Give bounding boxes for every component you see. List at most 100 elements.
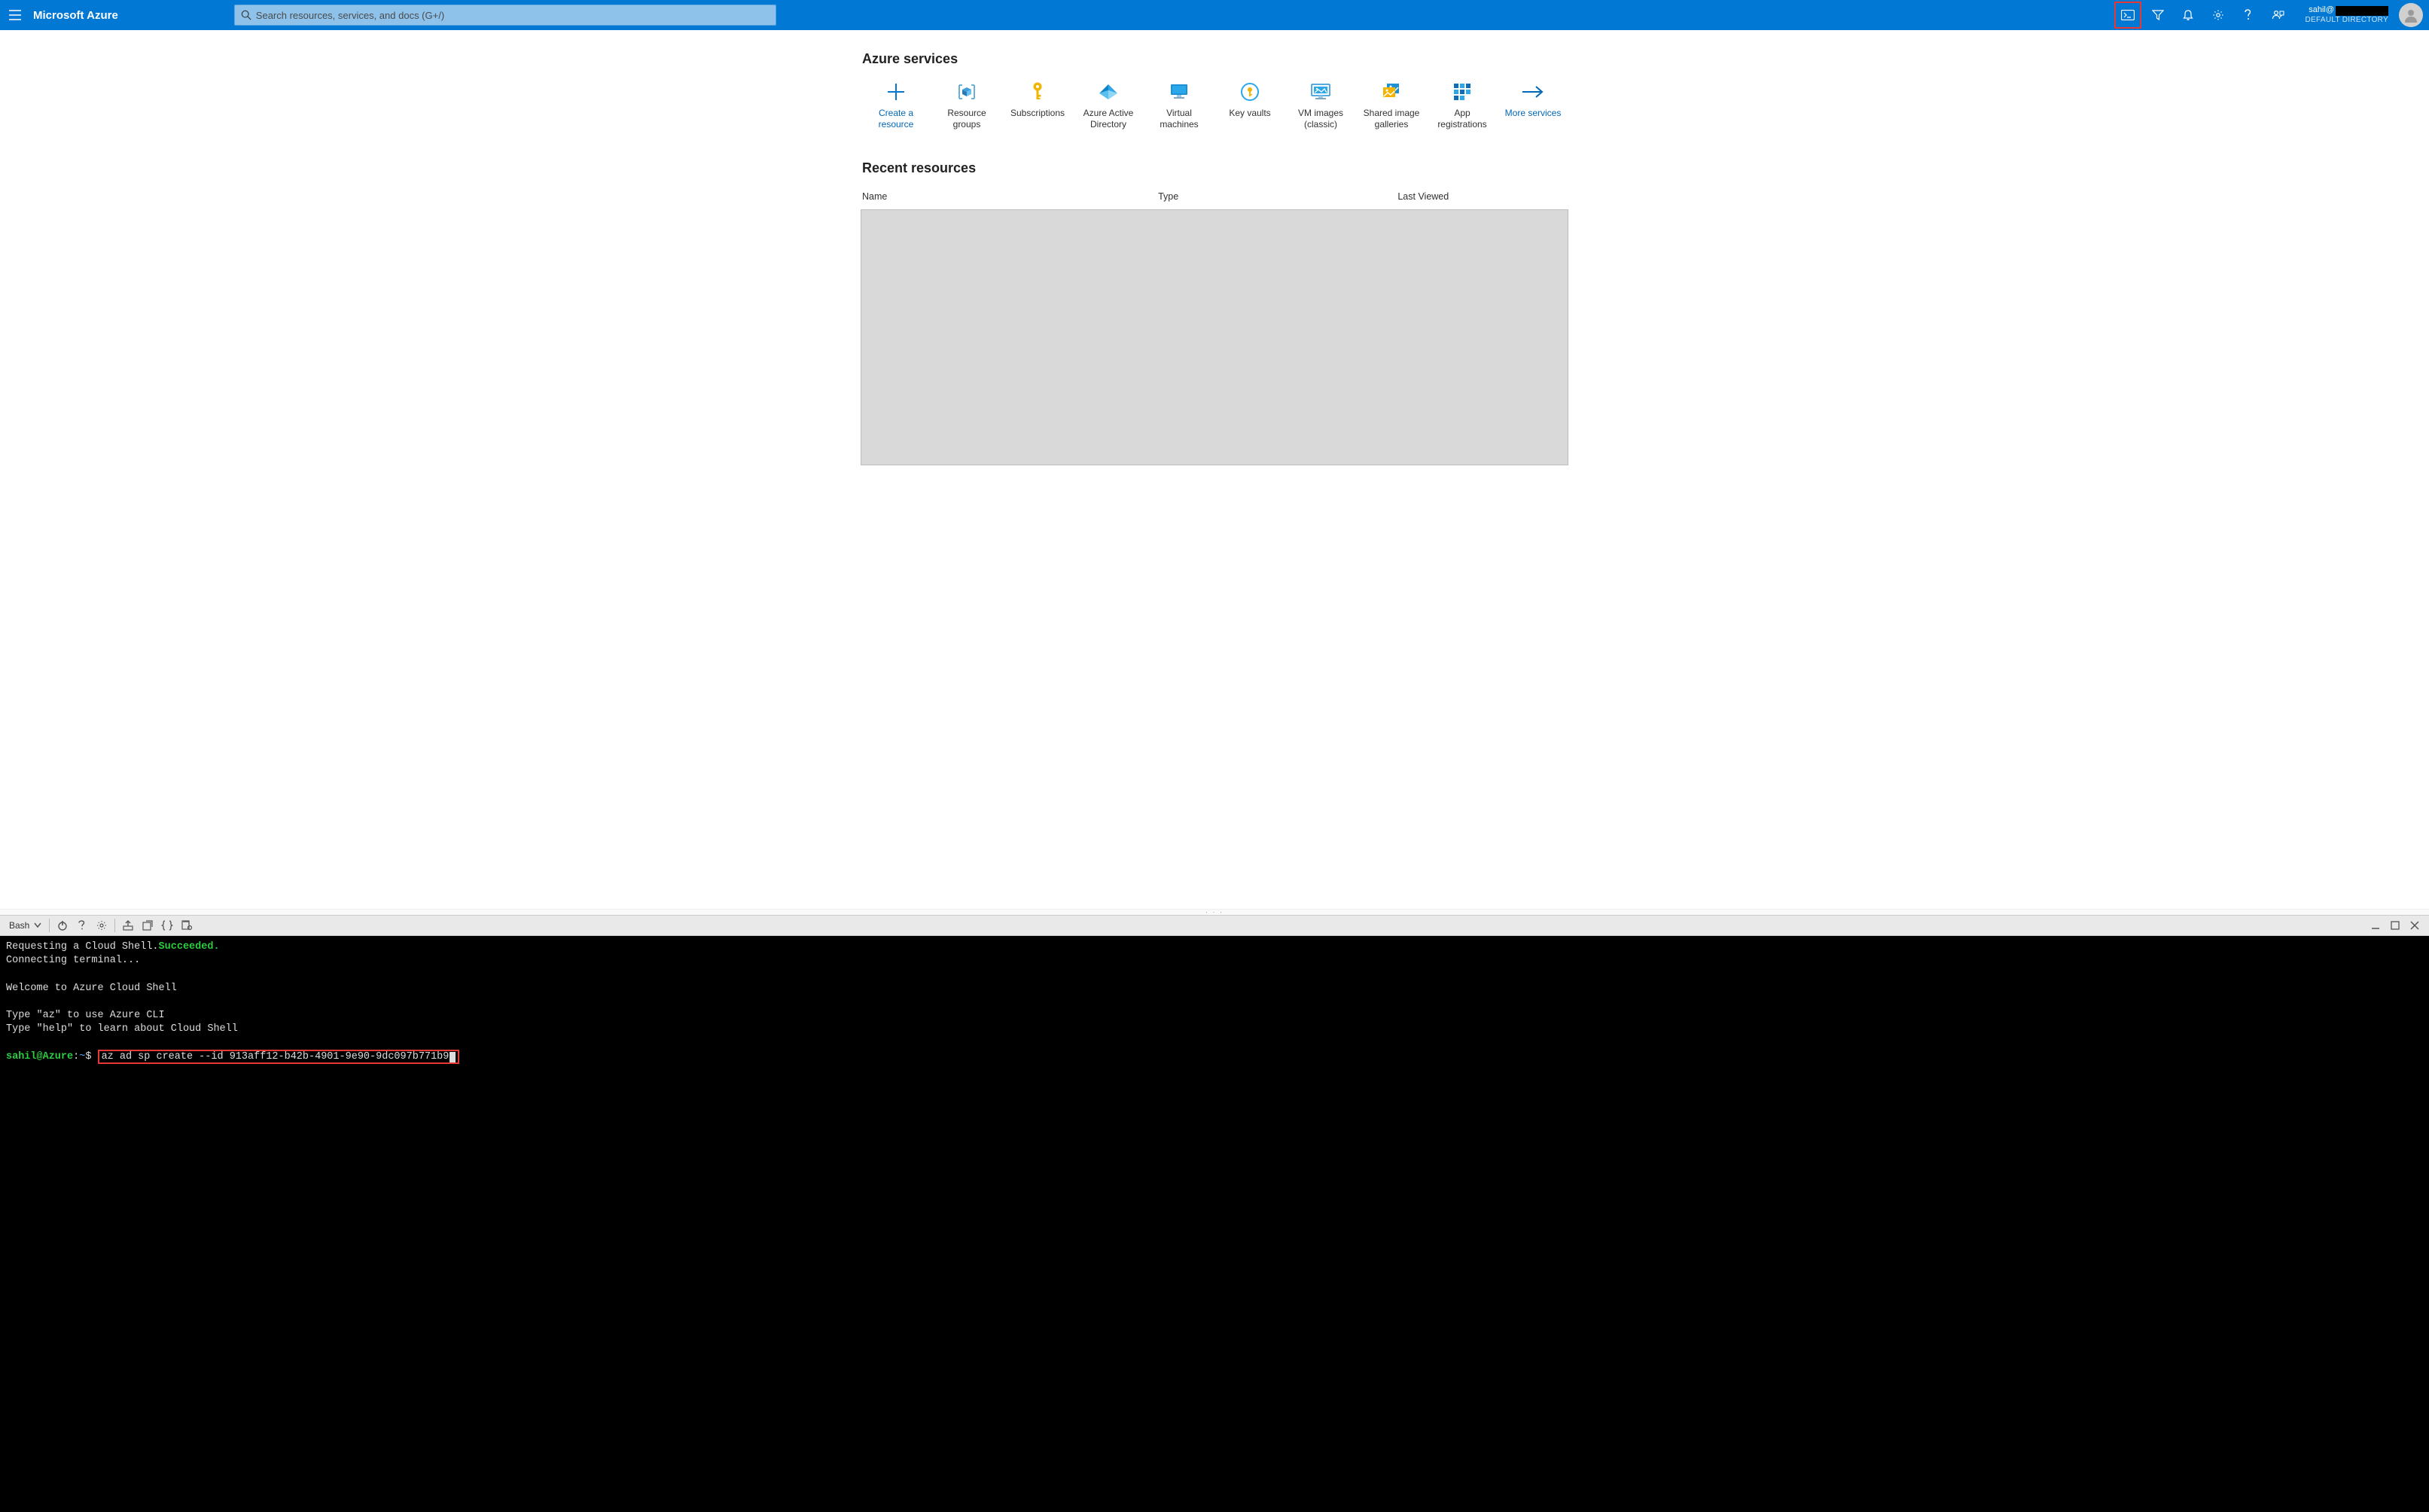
feedback-button[interactable] — [2263, 0, 2293, 30]
directory-filter-button[interactable] — [2143, 0, 2173, 30]
term-status: Succeeded. — [159, 941, 220, 953]
service-label: Key vaults — [1229, 108, 1270, 119]
notifications-button[interactable] — [2173, 0, 2203, 30]
term-line: Requesting a Cloud Shell. — [6, 941, 159, 953]
cloud-shell-toolbar: Bash — [0, 915, 2429, 936]
chevron-down-icon — [34, 922, 41, 928]
service-label2: resource — [879, 119, 914, 130]
gear-icon — [96, 920, 107, 931]
service-label2: galleries — [1364, 119, 1420, 130]
account-directory: DEFAULT DIRECTORY — [2306, 16, 2389, 25]
service-label: Resource — [947, 108, 986, 119]
recent-resources-list — [861, 209, 1568, 465]
search-icon — [241, 10, 251, 20]
feedback-icon — [2272, 9, 2285, 21]
term-line: Connecting terminal... — [6, 955, 140, 966]
account-block[interactable]: sahil@ DEFAULT DIRECTORY — [2293, 5, 2394, 24]
shell-maximize-button[interactable] — [2385, 920, 2405, 931]
service-label2: groups — [947, 119, 986, 130]
service-create-resource[interactable]: Create aresource — [861, 81, 931, 130]
term-prompt-user: sahil@Azure — [6, 1051, 73, 1062]
service-more-services[interactable]: More services — [1498, 81, 1568, 130]
cloud-shell-button[interactable] — [2113, 0, 2143, 30]
service-label: Create a — [879, 108, 914, 119]
vm-icon — [1169, 83, 1190, 101]
term-line: Type "az" to use Azure CLI — [6, 1010, 165, 1021]
gear-icon — [2212, 9, 2224, 21]
shell-minimize-button[interactable] — [2366, 920, 2385, 931]
upload-icon — [123, 920, 133, 931]
service-resource-groups[interactable]: Resourcegroups — [931, 81, 1002, 130]
term-line: Type "help" to learn about Cloud Shell — [6, 1023, 238, 1035]
cloud-shell-icon — [2121, 10, 2135, 20]
gallery-icon — [1381, 82, 1402, 102]
braces-icon — [161, 920, 173, 931]
service-label: Subscriptions — [1010, 108, 1065, 119]
filter-icon — [2152, 9, 2164, 21]
shell-help-button[interactable] — [72, 916, 92, 935]
account-email-redacted — [2336, 6, 2388, 16]
recent-resources-header: Name Type Last Viewed — [861, 187, 1568, 209]
maximize-icon — [2390, 920, 2400, 931]
bell-icon — [2182, 9, 2194, 21]
service-azure-active-directory[interactable]: Azure ActiveDirectory — [1073, 81, 1144, 130]
shell-upload-download-button[interactable] — [118, 916, 138, 935]
account-avatar[interactable] — [2399, 3, 2423, 27]
service-shared-image-galleries[interactable]: Shared imagegalleries — [1356, 81, 1427, 130]
account-email: sahil@ — [2309, 5, 2334, 15]
hamburger-menu-button[interactable] — [0, 0, 30, 30]
brand-title[interactable]: Microsoft Azure — [30, 9, 129, 22]
service-label: App — [1437, 108, 1486, 119]
vm-image-icon — [1309, 83, 1332, 101]
shell-new-session-button[interactable] — [138, 916, 157, 935]
service-app-registrations[interactable]: Appregistrations — [1427, 81, 1498, 130]
shell-mode-select[interactable]: Bash — [5, 920, 46, 931]
shell-restart-button[interactable] — [53, 916, 72, 935]
col-last-viewed[interactable]: Last Viewed — [1397, 191, 1567, 202]
header-icon-bar: sahil@ DEFAULT DIRECTORY — [2113, 0, 2429, 30]
shell-settings-button[interactable] — [92, 916, 111, 935]
arrow-right-icon — [1521, 84, 1545, 99]
close-icon — [2409, 920, 2420, 931]
cursor-icon — [450, 1052, 456, 1062]
app-grid-icon — [1452, 82, 1472, 102]
service-label: Azure Active — [1083, 108, 1134, 119]
cloud-shell-terminal[interactable]: Requesting a Cloud Shell.Succeeded. Conn… — [0, 936, 2429, 1512]
menu-icon — [9, 10, 21, 20]
search-input[interactable] — [256, 10, 770, 21]
settings-button[interactable] — [2203, 0, 2233, 30]
person-icon — [2403, 8, 2418, 23]
shell-editor-button[interactable] — [157, 916, 177, 935]
col-type[interactable]: Type — [1158, 191, 1397, 202]
service-subscriptions[interactable]: Subscriptions — [1002, 81, 1073, 130]
shell-web-preview-button[interactable] — [177, 916, 197, 935]
global-search[interactable] — [234, 0, 776, 30]
term-command-highlight: az ad sp create --id 913aff12-b42b-4901-… — [98, 1050, 460, 1064]
azure-header: Microsoft Azure sahil@ DEFAULT DIRECTORY — [0, 0, 2429, 30]
service-vm-images-classic[interactable]: VM images(classic) — [1285, 81, 1356, 130]
service-label: More services — [1505, 108, 1562, 119]
help-icon — [78, 920, 87, 931]
power-icon — [57, 920, 68, 931]
help-button[interactable] — [2233, 0, 2263, 30]
term-prompt-end: $ — [85, 1051, 91, 1062]
shell-close-button[interactable] — [2405, 920, 2424, 931]
service-label: Shared image — [1364, 108, 1420, 119]
shell-mode-label: Bash — [9, 920, 29, 931]
shell-splitter[interactable]: · · · — [0, 909, 2429, 915]
aad-icon — [1098, 83, 1119, 101]
recent-resources-title: Recent resources — [862, 160, 1568, 176]
divider — [114, 919, 115, 932]
col-name[interactable]: Name — [862, 191, 1158, 202]
portal-main: Azure services Create aresource Resource… — [0, 30, 2429, 909]
key-icon — [1029, 81, 1046, 102]
service-label2: registrations — [1437, 119, 1486, 130]
services-row: Create aresource Resourcegroups Subscrip… — [861, 81, 1568, 130]
service-label2: (classic) — [1298, 119, 1343, 130]
service-label: Virtual — [1160, 108, 1198, 119]
service-key-vaults[interactable]: Key vaults — [1214, 81, 1285, 130]
service-virtual-machines[interactable]: Virtualmachines — [1144, 81, 1214, 130]
term-command: az ad sp create --id 913aff12-b42b-4901-… — [102, 1051, 450, 1062]
service-label2: Directory — [1083, 119, 1134, 130]
preview-icon — [181, 920, 192, 931]
